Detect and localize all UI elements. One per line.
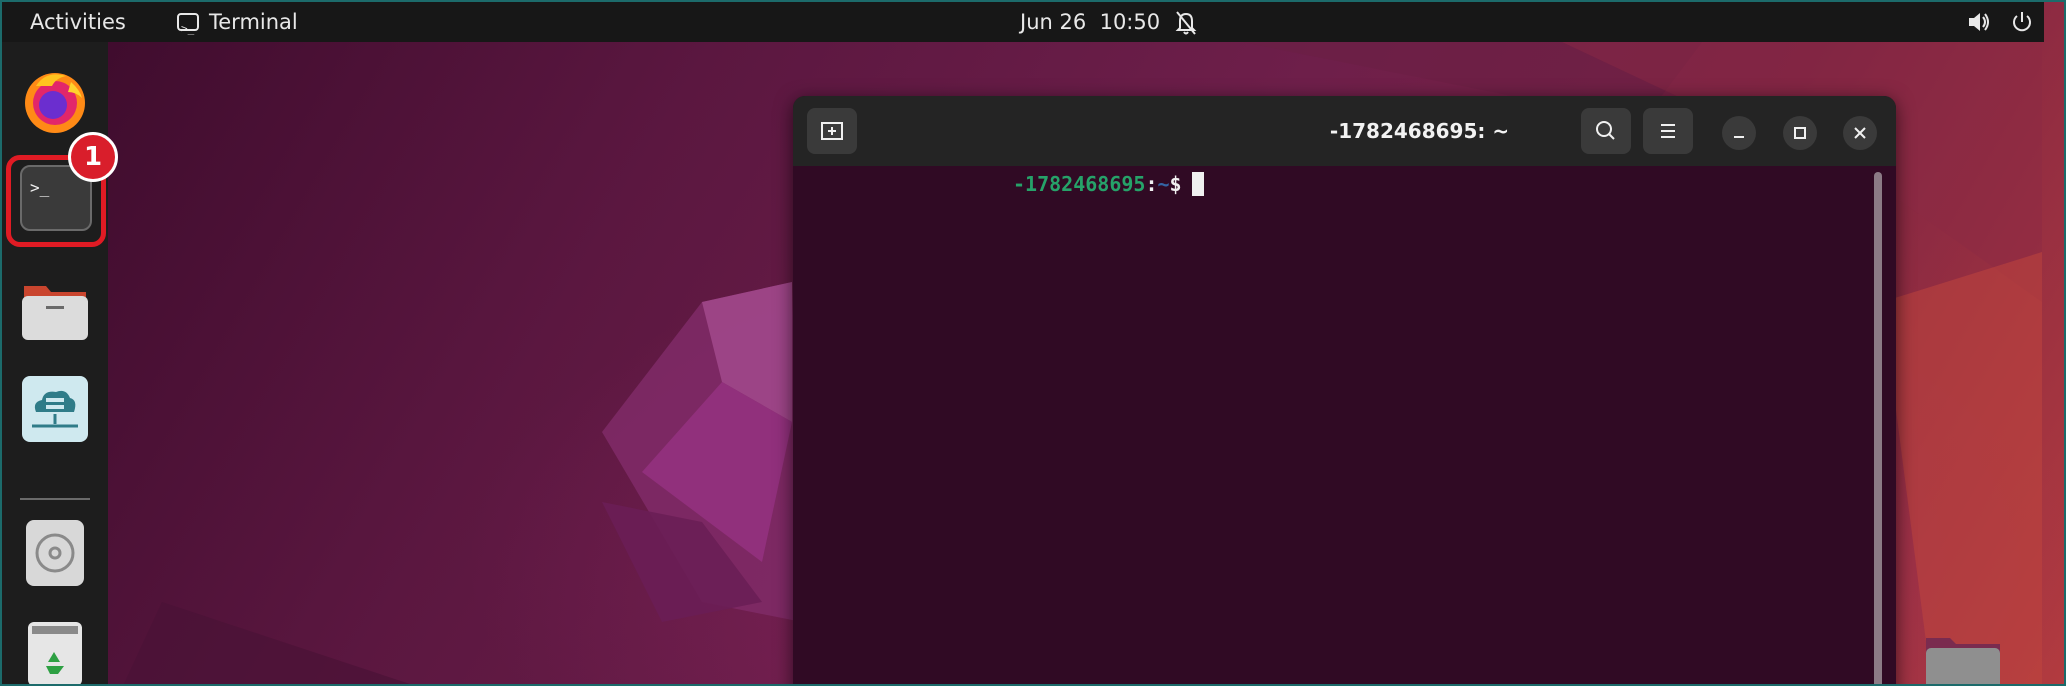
dock-item-trash[interactable] <box>16 616 94 684</box>
dock-item-disc[interactable] <box>16 514 94 592</box>
files-icon <box>22 286 88 340</box>
activities-button[interactable]: Activities <box>30 2 126 42</box>
prompt-directory: ~ <box>1157 172 1170 196</box>
text-cursor <box>1191 172 1204 196</box>
speaker-icon <box>1969 13 1989 31</box>
desktop-screen: Activities Terminal Jun 26 10:50 <box>0 0 2066 686</box>
disc-icon <box>26 520 84 586</box>
bell-off-icon <box>1175 11 1197 35</box>
prompt-separator: : <box>1145 172 1158 196</box>
prompt-line: -1782468695:~$ <box>1013 172 1204 196</box>
clock-time: 10:50 <box>1099 10 1161 34</box>
folder-icon <box>1926 638 2000 684</box>
maximize-button[interactable] <box>1783 116 1817 150</box>
firefox-icon <box>25 73 85 133</box>
step-badge: 1 <box>68 132 118 182</box>
top-bar: Activities Terminal Jun 26 10:50 <box>2 2 2044 49</box>
terminal-output[interactable]: -1782468695:~$ <box>793 166 1896 684</box>
terminal-scrollbar[interactable] <box>1874 172 1882 684</box>
hamburger-menu-icon <box>1661 124 1675 138</box>
dock-item-network-app[interactable] <box>16 370 94 448</box>
app-menu-label: Terminal <box>209 10 298 34</box>
power-symbol-icon <box>2013 12 2031 32</box>
dock-item-firefox[interactable] <box>16 62 94 140</box>
minimize-icon <box>1734 136 1744 138</box>
minimize-button[interactable] <box>1722 116 1756 150</box>
volume-icon[interactable] <box>1966 2 1992 42</box>
close-icon <box>1854 127 1866 139</box>
trash-icon <box>28 622 82 684</box>
terminal-window[interactable]: -1782468695: ~ -1782468695:~$ <box>793 96 1896 684</box>
search-button[interactable] <box>1581 108 1631 154</box>
notifications-off-icon[interactable] <box>1174 2 1198 42</box>
app-menu[interactable]: Terminal <box>177 2 298 49</box>
power-icon[interactable] <box>2010 2 2034 42</box>
clock-date: Jun 26 <box>1020 10 1087 34</box>
terminal-headerbar: -1782468695: ~ <box>793 96 1896 166</box>
dock-item-files[interactable] <box>16 272 94 350</box>
cloud-network-icon <box>22 376 88 442</box>
maximize-icon <box>1794 127 1806 139</box>
terminal-small-icon <box>177 9 199 49</box>
menu-button[interactable] <box>1643 108 1693 154</box>
clock[interactable]: Jun 26 10:50 <box>1020 2 1160 42</box>
prompt-dollar: $ <box>1169 172 1182 196</box>
search-icon <box>1596 121 1615 140</box>
desktop-folder-icon[interactable] <box>1922 630 2004 684</box>
close-button[interactable] <box>1843 116 1877 150</box>
dock-separator <box>20 498 90 500</box>
prompt-host: -1782468695 <box>1013 172 1146 196</box>
